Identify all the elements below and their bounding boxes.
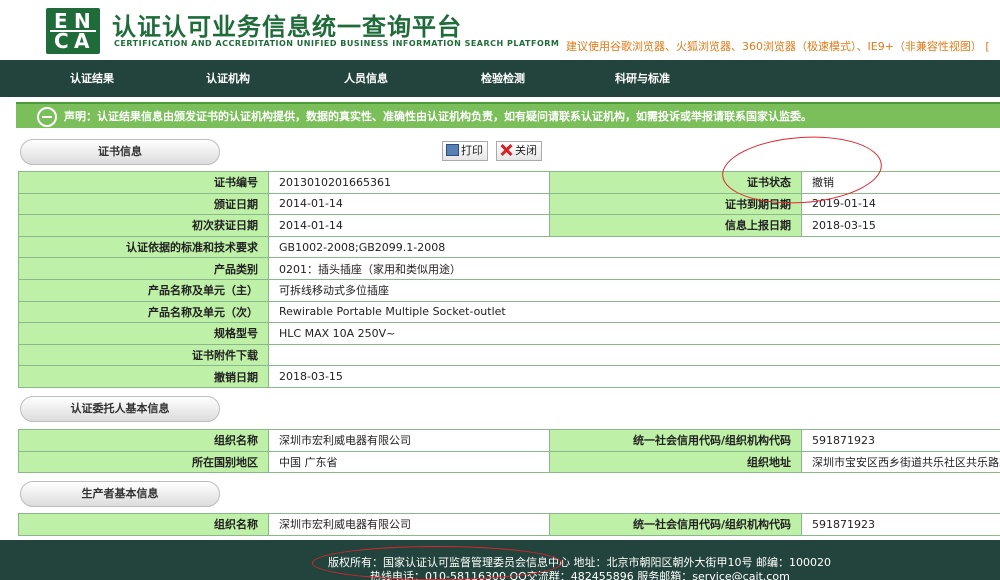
site-title: 认证认可业务信息统一查询平台: [112, 13, 462, 41]
main-nav: 认证结果 认证机构 人员信息 检验检测 科研与标准: [0, 60, 1000, 97]
certificate-table: 证书编号 2013010201665361 证书状态 撤销 颁证日期 2014-…: [18, 171, 1000, 388]
site-header: E N C A 认证认可业务信息统一查询平台 CERTIFICATION AND…: [0, 0, 1000, 60]
table-row: 证书附件下载: [18, 343, 1000, 367]
cert-status-label: 证书状态: [549, 171, 802, 194]
print-button[interactable]: 打印: [442, 141, 488, 161]
report-date-value: 2018-03-15: [801, 214, 1000, 237]
nav-item-cert-agencies[interactable]: 认证机构: [206, 60, 250, 97]
table-row: 所在国别地区 中国 广东省 组织地址 深圳市宝安区西乡街道共乐社区共乐路26号: [18, 450, 1000, 474]
table-row: 颁证日期 2014-01-14 证书到期日期 2019-01-14: [18, 192, 1000, 216]
section-tab-client: 认证委托人基本信息: [20, 396, 220, 422]
client-org-label: 组织名称: [18, 429, 269, 452]
client-region-label: 所在国别地区: [18, 450, 269, 474]
nav-item-cert-results[interactable]: 认证结果: [70, 60, 114, 97]
report-date-label: 信息上报日期: [549, 214, 802, 237]
client-address-value: 深圳市宝安区西乡街道共乐社区共乐路26号: [801, 450, 1000, 474]
table-row: 组织名称 深圳市宏利威电器有限公司 统一社会信用代码/组织机构代码 591871…: [18, 513, 1000, 536]
table-row: 产品名称及单元（次） Rewirable Portable Multiple S…: [18, 300, 1000, 324]
cnca-logo[interactable]: E N C A: [46, 8, 100, 54]
nav-item-research-standards[interactable]: 科研与标准: [615, 60, 670, 97]
client-table: 组织名称 深圳市宏利威电器有限公司 统一社会信用代码/组织机构代码 591871…: [18, 429, 1000, 474]
manufacturer-credit-label: 统一社会信用代码/组织机构代码: [549, 513, 802, 536]
standard-label: 认证依据的标准和技术要求: [18, 235, 269, 259]
site-footer: 版权所有：国家认证认可监督管理委员会信息中心 地址：北京市朝阳区朝外大街甲10号…: [0, 540, 1000, 580]
first-cert-date-label: 初次获证日期: [18, 214, 269, 237]
printer-icon: [446, 144, 459, 156]
revoke-date-value: 2018-03-15: [268, 365, 1000, 388]
standard-value: GB1002-2008;GB2099.1-2008: [268, 235, 1000, 259]
disclaimer-text: 声明：认证结果信息由颁发证书的认证机构提供，数据的真实性、准确性由认证机构负责，…: [64, 110, 812, 123]
close-icon: [500, 144, 513, 156]
client-region-value: 中国 广东省: [268, 450, 550, 474]
logo-letter-n: N: [74, 9, 91, 33]
section-tab-certificate: 证书信息: [20, 139, 220, 165]
product-name-main-label: 产品名称及单元（主）: [18, 278, 269, 302]
client-credit-label: 统一社会信用代码/组织机构代码: [549, 429, 802, 452]
footer-contact: 热线电话：010-58116300 QQ交流群：482455896 服务邮箱：s…: [370, 570, 790, 580]
nav-item-personnel[interactable]: 人员信息: [344, 60, 388, 97]
table-row: 产品类别 0201：插头插座（家用和类似用途）: [18, 257, 1000, 280]
manufacturer-table: 组织名称 深圳市宏利威电器有限公司 统一社会信用代码/组织机构代码 591871…: [18, 513, 1000, 536]
table-row: 规格型号 HLC MAX 10A 250V~: [18, 322, 1000, 345]
attachment-download-value[interactable]: [268, 343, 1000, 367]
table-row: 认证依据的标准和技术要求 GB1002-2008;GB2099.1-2008: [18, 235, 1000, 259]
client-address-label: 组织地址: [549, 450, 802, 474]
manufacturer-org-value: 深圳市宏利威电器有限公司: [268, 513, 550, 536]
expire-date-label: 证书到期日期: [549, 192, 802, 216]
product-name-sub-label: 产品名称及单元（次）: [18, 300, 269, 324]
issue-date-label: 颁证日期: [18, 192, 269, 216]
close-label: 关闭: [515, 144, 537, 157]
first-cert-date-value: 2014-01-14: [268, 214, 550, 237]
cert-number-value: 2013010201665361: [268, 171, 550, 194]
logo-letter-a: A: [74, 29, 90, 53]
logo-letter-c: E: [54, 9, 68, 33]
browser-tip: 建议使用谷歌浏览器、火狐浏览器、360浏览器（极速模式）、IE9+（非兼容性视图…: [566, 40, 990, 53]
table-row: 证书编号 2013010201665361 证书状态 撤销: [18, 171, 1000, 194]
attachment-download-label: 证书附件下载: [18, 343, 269, 367]
category-label: 产品类别: [18, 257, 269, 280]
site-subtitle: CERTIFICATION AND ACCREDITATION UNIFIED …: [114, 39, 560, 48]
cert-number-label: 证书编号: [18, 171, 269, 194]
manufacturer-org-label: 组织名称: [18, 513, 269, 536]
disclaimer-banner: 声明：认证结果信息由颁发证书的认证机构提供，数据的真实性、准确性由认证机构负责，…: [16, 102, 1000, 128]
close-button[interactable]: 关闭: [496, 141, 542, 161]
model-label: 规格型号: [18, 322, 269, 345]
table-row: 产品名称及单元（主） 可拆线移动式多位插座: [18, 278, 1000, 302]
category-value: 0201：插头插座（家用和类似用途）: [268, 257, 1000, 280]
client-org-value: 深圳市宏利威电器有限公司: [268, 429, 550, 452]
section-tab-manufacturer: 生产者基本信息: [20, 481, 220, 507]
table-row: 组织名称 深圳市宏利威电器有限公司 统一社会信用代码/组织机构代码 591871…: [18, 429, 1000, 452]
print-label: 打印: [461, 144, 483, 157]
nav-item-testing[interactable]: 检验检测: [481, 60, 525, 97]
client-credit-value: 591871923: [801, 429, 1000, 452]
cert-status-value: 撤销: [801, 171, 1000, 194]
model-value: HLC MAX 10A 250V~: [268, 322, 1000, 345]
revoke-date-label: 撤销日期: [18, 365, 269, 388]
expire-date-value: 2019-01-14: [801, 192, 1000, 216]
logo-letter-c2: C: [54, 29, 69, 53]
table-row: 撤销日期 2018-03-15: [18, 365, 1000, 388]
issue-date-value: 2014-01-14: [268, 192, 550, 216]
info-icon: [37, 107, 57, 127]
product-name-sub-value: Rewirable Portable Multiple Socket-outle…: [268, 300, 1000, 324]
manufacturer-credit-value: 591871923: [801, 513, 1000, 536]
table-row: 初次获证日期 2014-01-14 信息上报日期 2018-03-15: [18, 214, 1000, 237]
product-name-main-value: 可拆线移动式多位插座: [268, 278, 1000, 302]
